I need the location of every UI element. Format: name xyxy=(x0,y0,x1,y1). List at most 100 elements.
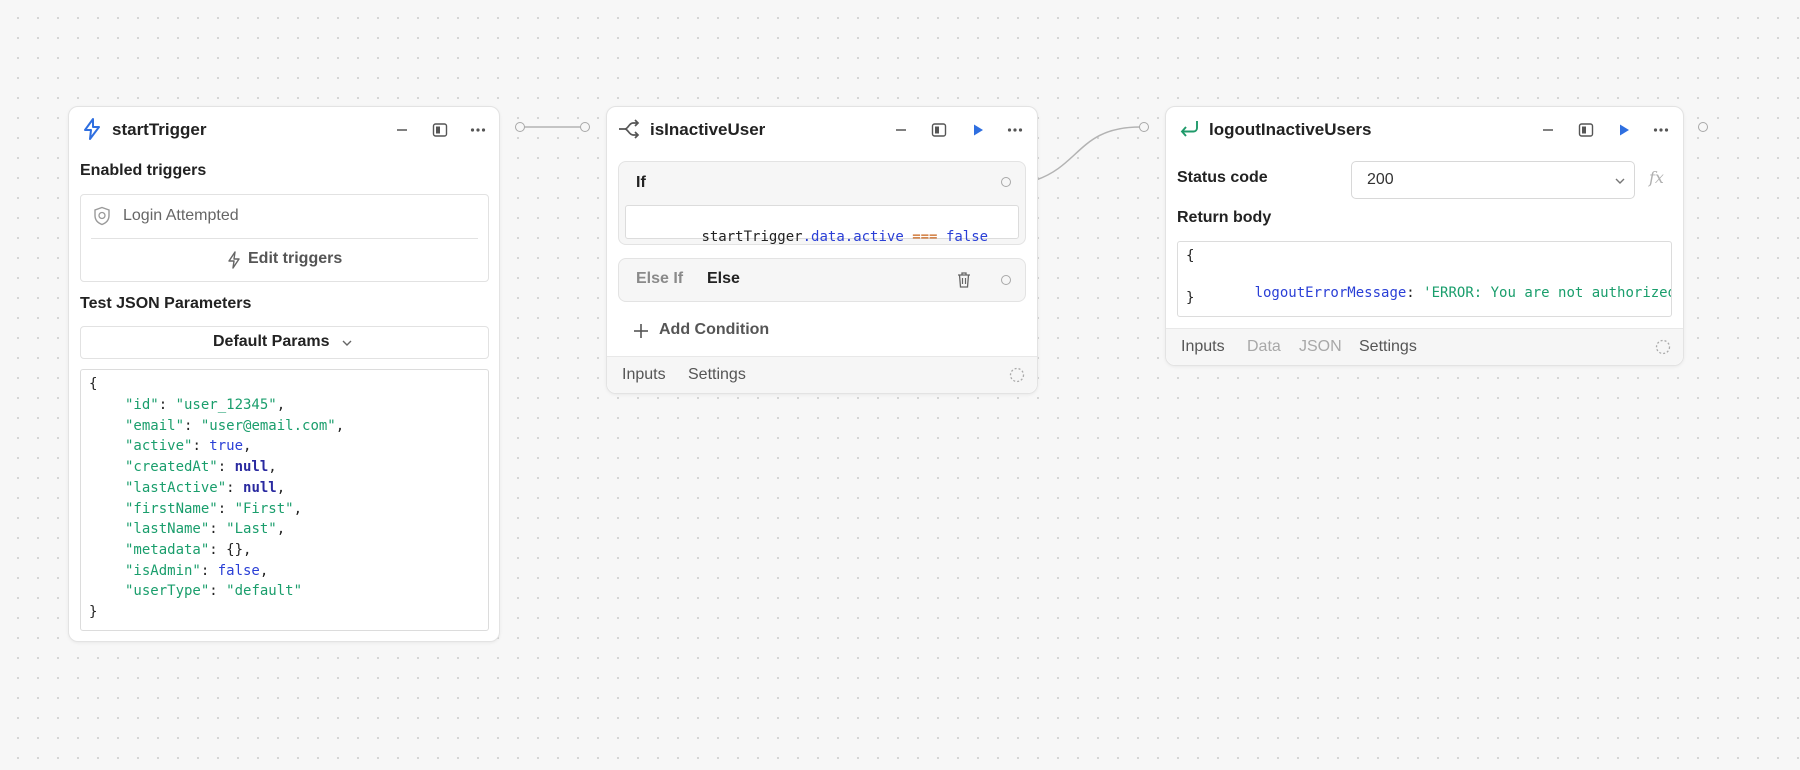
node-header[interactable]: logoutInactiveUsers xyxy=(1166,107,1683,151)
json-key: "lastActive" xyxy=(125,479,227,496)
test-json-label: Test JSON Parameters xyxy=(80,295,252,312)
more-options-icon[interactable] xyxy=(467,119,489,141)
add-condition-button[interactable]: Add Condition xyxy=(625,317,825,345)
expr-property: active xyxy=(853,229,904,245)
tab-settings[interactable]: Settings xyxy=(1359,338,1417,356)
test-json-editor[interactable]: { "id": "user_12345", "email": "user@emai… xyxy=(80,369,489,631)
json-row: "id": "user_12345", xyxy=(125,397,286,413)
logout-inactive-users-node[interactable]: logoutInactiveUsers Status code 200 fx R… xyxy=(1165,106,1684,366)
json-row: "lastActive": null, xyxy=(125,479,286,496)
json-value: "user_12345" xyxy=(175,397,277,413)
body-key: logoutErrorMessage xyxy=(1254,285,1407,301)
panel-icon[interactable] xyxy=(429,119,451,141)
branch-input-port[interactable] xyxy=(580,122,590,132)
json-key: "lastName" xyxy=(125,521,210,538)
more-options-icon[interactable] xyxy=(1004,119,1026,141)
status-code-value: 200 xyxy=(1367,171,1394,188)
json-comma: , xyxy=(293,500,303,517)
chevron-down-icon xyxy=(341,336,353,348)
json-key: "createdAt" xyxy=(125,459,218,476)
json-row: "email": "user@email.com", xyxy=(125,417,345,434)
node-footer: Inputs Settings xyxy=(607,356,1037,393)
json-comma: , xyxy=(335,417,345,434)
trash-icon[interactable] xyxy=(956,271,972,289)
if-condition[interactable]: If startTrigger.data.active === false xyxy=(618,161,1026,245)
json-value: true xyxy=(209,438,244,455)
fx-icon[interactable]: fx xyxy=(1649,168,1664,187)
panel-icon[interactable] xyxy=(928,119,950,141)
return-body-editor[interactable]: { logoutErrorMessage: 'ERROR: You are no… xyxy=(1177,241,1672,317)
minimize-icon[interactable] xyxy=(890,119,912,141)
node-header[interactable]: isInactiveUser xyxy=(607,107,1037,151)
edit-triggers-label: Edit triggers xyxy=(248,250,343,267)
status-code-label: Status code xyxy=(1177,169,1268,186)
panel-icon[interactable] xyxy=(1575,119,1597,141)
minimize-icon[interactable] xyxy=(391,119,413,141)
status-code-select[interactable]: 200 xyxy=(1351,161,1635,199)
json-open-brace: { xyxy=(89,376,98,392)
branch-icon xyxy=(617,117,641,141)
json-value: "default" xyxy=(226,583,303,600)
body-colon: : xyxy=(1406,285,1415,301)
else-if-toggle[interactable]: Else If xyxy=(636,270,683,288)
params-select[interactable]: Default Params xyxy=(80,326,489,359)
tab-inputs[interactable]: Inputs xyxy=(1181,338,1225,356)
tab-settings[interactable]: Settings xyxy=(688,366,746,384)
expr-operator: === xyxy=(912,229,938,245)
plus-icon xyxy=(632,322,650,340)
body-line: logoutErrorMessage: 'ERROR: You are not … xyxy=(1204,269,1672,316)
else-condition[interactable]: Else If Else xyxy=(618,258,1026,302)
loading-spinner-icon xyxy=(1009,367,1025,383)
lightning-icon xyxy=(80,117,104,141)
more-options-icon[interactable] xyxy=(1650,119,1672,141)
node-title: isInactiveUser xyxy=(650,120,766,139)
expr-object: startTrigger xyxy=(701,229,803,245)
tab-data[interactable]: Data xyxy=(1247,338,1281,356)
json-comma: , xyxy=(276,397,286,413)
else-label[interactable]: Else xyxy=(707,270,740,288)
tab-json[interactable]: JSON xyxy=(1299,338,1342,356)
if-port-icon[interactable] xyxy=(1001,177,1011,187)
tab-inputs[interactable]: Inputs xyxy=(622,366,666,384)
json-key: "email" xyxy=(125,417,185,434)
run-icon[interactable] xyxy=(1613,119,1635,141)
json-comma: , xyxy=(243,541,252,558)
node-header[interactable]: startTrigger xyxy=(69,107,499,151)
expr-property: data xyxy=(811,229,845,245)
json-row: "createdAt": null, xyxy=(125,459,277,476)
logout-input-port[interactable] xyxy=(1139,122,1149,132)
json-row: "firstName": "First", xyxy=(125,500,303,517)
else-port-icon[interactable] xyxy=(1001,275,1011,285)
enabled-triggers-label: Enabled triggers xyxy=(80,162,207,179)
expr-dot: . xyxy=(844,229,854,245)
is-inactive-user-node[interactable]: isInactiveUser If startTrigger.data.acti… xyxy=(606,106,1038,394)
node-title: logoutInactiveUsers xyxy=(1209,120,1372,139)
json-key: "userType" xyxy=(125,583,210,600)
json-comma: , xyxy=(276,479,286,496)
trigger-item-label[interactable]: Login Attempted xyxy=(123,207,239,225)
return-icon xyxy=(1177,117,1201,141)
expr-value: false xyxy=(945,229,989,245)
json-row: "userType": "default" xyxy=(125,583,303,600)
json-value: false xyxy=(217,562,260,579)
json-key: "metadata" xyxy=(125,541,210,558)
logout-output-port[interactable] xyxy=(1698,122,1708,132)
body-value: 'ERROR: You are not authorized.' xyxy=(1423,285,1672,301)
json-value: "Last" xyxy=(226,521,277,538)
params-select-value: Default Params xyxy=(213,333,330,350)
json-key: "isAdmin" xyxy=(125,562,201,579)
condition-expression-input[interactable]: startTrigger.data.active === false xyxy=(625,205,1019,245)
start-output-port[interactable] xyxy=(515,122,525,132)
edit-triggers-button[interactable]: Edit triggers xyxy=(81,239,488,281)
minimize-icon[interactable] xyxy=(1537,119,1559,141)
json-value: {} xyxy=(226,541,244,558)
start-trigger-node[interactable]: startTrigger Enabled triggers Login Atte… xyxy=(68,106,500,642)
expression-text: startTrigger.data.active === false xyxy=(634,213,988,261)
json-key: "id" xyxy=(125,397,159,413)
json-row: "isAdmin": false, xyxy=(125,562,269,579)
json-row: "lastName": "Last", xyxy=(125,521,286,538)
run-icon[interactable] xyxy=(967,119,989,141)
json-key: "active" xyxy=(125,438,193,455)
json-comma: , xyxy=(276,521,286,538)
json-row: "active": true, xyxy=(125,438,252,455)
